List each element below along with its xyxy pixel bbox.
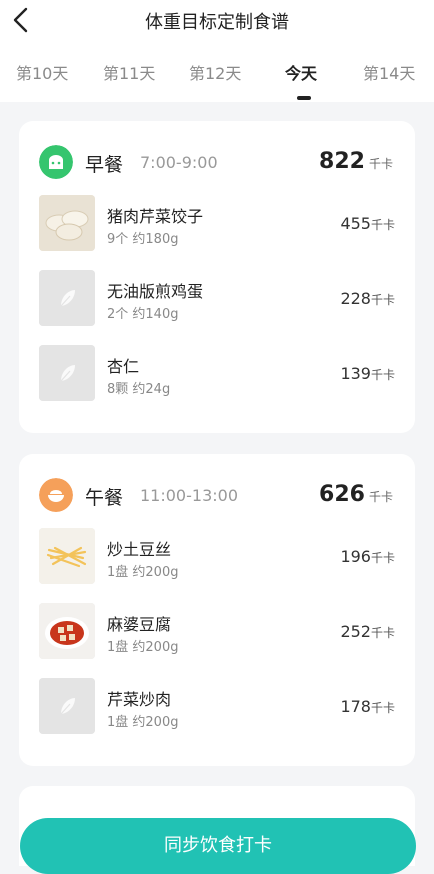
- food-name: 炒土豆丝: [107, 540, 172, 559]
- kcal-unit: 千卡: [370, 701, 395, 715]
- meal-name: 早餐: [85, 154, 124, 176]
- kcal-unit: 千卡: [368, 490, 393, 504]
- tab-day-11[interactable]: 第11天: [103, 60, 155, 84]
- page-title: 体重目标定制食谱: [145, 12, 289, 33]
- meal-time: 7:00-9:00: [140, 153, 218, 172]
- food-item[interactable]: 无油版煎鸡蛋 2个 约140g 228千卡: [19, 270, 415, 326]
- food-kcal: 228千卡: [340, 289, 395, 308]
- food-kcal: 455千卡: [340, 214, 395, 233]
- bread-icon: [39, 145, 73, 179]
- food-kcal: 252千卡: [340, 622, 395, 641]
- food-portion: 1盘 约200g: [107, 640, 179, 655]
- food-portion: 1盘 约200g: [107, 565, 179, 580]
- rice-bowl-icon: [39, 478, 73, 512]
- kcal-unit: 千卡: [370, 218, 395, 232]
- kcal-unit: 千卡: [370, 368, 395, 382]
- food-kcal-value: 139: [340, 364, 371, 383]
- meal-kcal-value: 626: [319, 482, 365, 507]
- lunch-card: 午餐 11:00-13:00 626 千卡 炒土豆丝 1盘 约200g 196千卡: [19, 454, 415, 766]
- food-item[interactable]: 麻婆豆腐 1盘 约200g 252千卡: [19, 603, 415, 659]
- tab-today[interactable]: 今天: [285, 60, 317, 84]
- food-item[interactable]: 杏仁 8颗 约24g 139千卡: [19, 345, 415, 401]
- food-kcal: 139千卡: [340, 364, 395, 383]
- meal-kcal-value: 822: [319, 149, 365, 174]
- top-bar: 体重目标定制食谱 第10天 第11天 第12天 今天 第14天: [0, 0, 434, 102]
- food-kcal: 178千卡: [340, 697, 395, 716]
- food-kcal-value: 228: [340, 289, 371, 308]
- food-name: 猪肉芹菜饺子: [107, 207, 204, 226]
- kcal-unit: 千卡: [368, 157, 393, 171]
- food-name: 无油版煎鸡蛋: [107, 282, 204, 301]
- day-tabs: 第10天 第11天 第12天 今天 第14天: [0, 60, 434, 90]
- food-kcal-value: 455: [340, 214, 371, 233]
- food-name: 芹菜炒肉: [107, 690, 172, 709]
- kcal-unit: 千卡: [370, 626, 395, 640]
- food-portion: 8颗 约24g: [107, 382, 171, 397]
- meal-total-kcal: 822 千卡: [319, 149, 393, 174]
- food-kcal-value: 178: [340, 697, 371, 716]
- placeholder-leaf-icon: [39, 270, 95, 326]
- placeholder-leaf-icon: [39, 345, 95, 401]
- food-kcal-value: 252: [340, 622, 371, 641]
- food-name: 杏仁: [107, 357, 140, 376]
- tab-day-12[interactable]: 第12天: [189, 60, 241, 84]
- meal-name: 午餐: [85, 487, 124, 509]
- food-portion: 2个 约140g: [107, 307, 179, 322]
- placeholder-leaf-icon: [39, 678, 95, 734]
- meal-time: 11:00-13:00: [140, 486, 238, 505]
- tab-day-10[interactable]: 第10天: [16, 60, 68, 84]
- food-portion: 9个 约180g: [107, 232, 179, 247]
- food-item[interactable]: 猪肉芹菜饺子 9个 约180g 455千卡: [19, 195, 415, 251]
- meal-total-kcal: 626 千卡: [319, 482, 393, 507]
- food-item[interactable]: 炒土豆丝 1盘 约200g 196千卡: [19, 528, 415, 584]
- kcal-unit: 千卡: [370, 293, 395, 307]
- food-kcal: 196千卡: [340, 547, 395, 566]
- mapo-tofu-photo: [39, 603, 95, 659]
- food-name: 麻婆豆腐: [107, 615, 172, 634]
- food-portion: 1盘 约200g: [107, 715, 179, 730]
- dumplings-photo: [39, 195, 95, 251]
- food-item[interactable]: 芹菜炒肉 1盘 约200g 178千卡: [19, 678, 415, 734]
- active-tab-indicator: [297, 96, 311, 100]
- kcal-unit: 千卡: [370, 551, 395, 565]
- breakfast-card: 早餐 7:00-9:00 822 千卡 猪肉芹菜饺子 9个 约180g 455千卡…: [19, 121, 415, 433]
- potato-shreds-photo: [39, 528, 95, 584]
- food-kcal-value: 196: [340, 547, 371, 566]
- tab-day-14[interactable]: 第14天: [363, 60, 415, 84]
